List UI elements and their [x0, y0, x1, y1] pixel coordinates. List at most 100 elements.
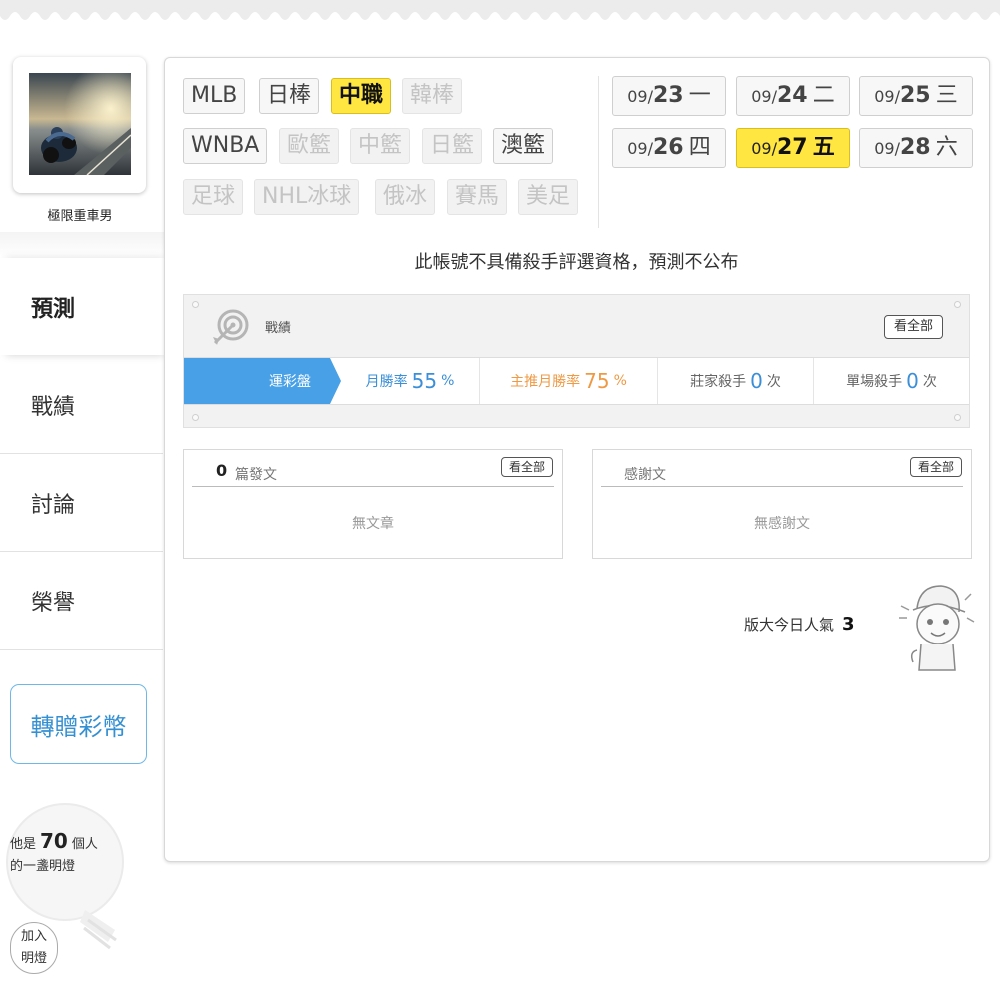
date-day: 23	[653, 83, 684, 108]
tab-sports-lottery[interactable]: 運彩盤	[184, 358, 330, 404]
thanks-box: 感謝文 看全部 無感謝文	[592, 449, 972, 559]
lamp-suffix: 個人	[71, 837, 98, 852]
date-month: 09/	[751, 139, 777, 158]
posts-box: 0 篇發文 看全部 無文章	[183, 449, 563, 559]
date-month: 09/	[751, 87, 777, 106]
main-win-label: 主推月勝率	[510, 374, 581, 390]
date-button-selected[interactable]: 09/27 五	[736, 128, 850, 168]
date-day: 26	[653, 135, 684, 160]
league-japan-basketball[interactable]: 日籃	[422, 128, 483, 164]
mascot-icon	[895, 578, 975, 678]
posts-see-all-button[interactable]: 看全部	[500, 457, 553, 477]
date-weekday: 五	[812, 135, 835, 160]
popularity: 版大今日人氣 3	[744, 614, 855, 635]
single-label: 單場殺手	[846, 374, 903, 390]
posts-empty: 無文章	[352, 516, 394, 532]
date-button[interactable]: 09/25 三	[859, 76, 973, 116]
avatar-card[interactable]	[13, 57, 146, 193]
popularity-label: 版大今日人氣	[744, 616, 835, 634]
record-stats-row: 運彩盤 月勝率 55 % 主推月勝率 75 % 莊家殺手 0 次 單場殺手 0 …	[184, 357, 969, 405]
date-day: 27	[777, 135, 808, 160]
username: 極限重車男	[47, 209, 113, 224]
banker-killer: 莊家殺手 0 次	[657, 358, 813, 404]
wave-border-icon	[0, 12, 1000, 24]
main-win-value: 75	[584, 369, 610, 393]
date-weekday: 四	[688, 135, 711, 160]
posts-label: 篇發文	[235, 467, 277, 483]
nav-item-record[interactable]: 戰績	[0, 357, 163, 454]
monthly-win-value: 55	[411, 369, 438, 393]
gift-coins-button[interactable]: 轉贈彩幣	[10, 684, 147, 764]
date-weekday: 一	[688, 83, 711, 108]
corner-dot	[192, 414, 199, 421]
date-weekday: 二	[812, 83, 835, 108]
record-title: 戰績	[265, 321, 292, 336]
league-australia-basketball[interactable]: 澳籃	[493, 128, 554, 164]
date-button[interactable]: 09/26 四	[612, 128, 726, 168]
date-button[interactable]: 09/23 一	[612, 76, 726, 116]
league-mlb[interactable]: MLB	[183, 78, 246, 114]
join-line1: 加入	[20, 929, 47, 944]
league-china-basketball[interactable]: 中籃	[350, 128, 411, 164]
league-soccer[interactable]: 足球	[183, 179, 244, 215]
single-value: 0	[906, 369, 919, 393]
avatar[interactable]	[29, 73, 131, 175]
lamp-summary: 他是 70 個人 的一盞明燈	[10, 830, 98, 878]
banker-value: 0	[750, 369, 763, 393]
monthly-win-label: 月勝率	[365, 374, 408, 390]
date-weekday: 六	[935, 135, 958, 160]
posts-count: 0	[216, 461, 228, 480]
league-horse-racing[interactable]: 賽馬	[447, 179, 508, 215]
motorcycle-photo-icon	[29, 73, 131, 175]
league-wnba[interactable]: WNBA	[183, 128, 268, 164]
date-weekday: 三	[935, 83, 958, 108]
posts-header: 0 篇發文 看全部	[192, 457, 554, 487]
record-see-all-button[interactable]: 看全部	[883, 315, 943, 339]
thanks-label: 感謝文	[624, 467, 666, 483]
league-euro-basketball[interactable]: 歐籃	[279, 128, 340, 164]
sidebar-shadow	[0, 232, 165, 258]
target-icon	[209, 307, 253, 353]
nav-item-discussion[interactable]: 討論	[0, 455, 163, 552]
percent-sign: %	[441, 373, 455, 389]
date-month: 09/	[627, 139, 653, 158]
league-nhl[interactable]: NHL冰球	[254, 179, 360, 215]
times-unit: 次	[766, 374, 781, 390]
filter-divider	[598, 76, 599, 228]
join-lamp-button[interactable]: 加入 明燈	[10, 922, 58, 974]
date-button[interactable]: 09/28 六	[859, 128, 973, 168]
top-border	[0, 0, 1000, 24]
lamp-line2: 的一盞明燈	[10, 859, 76, 874]
single-killer: 單場殺手 0 次	[813, 358, 969, 404]
thanks-header: 感謝文 看全部	[601, 457, 963, 487]
date-day: 28	[900, 135, 931, 160]
popularity-value: 3	[842, 614, 855, 635]
times-unit: 次	[922, 374, 937, 390]
record-box: 戰績 看全部 運彩盤 月勝率 55 % 主推月勝率 75 % 莊家殺手 0 次 …	[183, 294, 970, 428]
league-nfl[interactable]: 美足	[518, 179, 579, 215]
league-npb[interactable]: 日棒	[259, 78, 320, 114]
record-header: 戰績 看全部	[184, 295, 969, 357]
league-khl[interactable]: 俄冰	[375, 179, 436, 215]
league-cpbl[interactable]: 中職	[331, 78, 392, 114]
tab-arrow	[330, 358, 341, 404]
date-day: 25	[900, 83, 931, 108]
lamp-count: 70	[40, 829, 68, 853]
lamp-prefix: 他是	[10, 837, 37, 852]
monthly-win-rate: 月勝率 55 %	[341, 358, 479, 404]
join-line2: 明燈	[20, 951, 47, 966]
date-month: 09/	[627, 87, 653, 106]
prediction-notice: 此帳號不具備殺手評選資格，預測不公布	[414, 252, 739, 273]
nav-item-prediction[interactable]: 預測	[0, 258, 170, 355]
league-kbo[interactable]: 韓棒	[402, 78, 463, 114]
corner-dot	[954, 414, 961, 421]
date-day: 24	[777, 83, 808, 108]
date-button[interactable]: 09/24 二	[736, 76, 850, 116]
banker-label: 莊家殺手	[690, 374, 747, 390]
thanks-see-all-button[interactable]: 看全部	[909, 457, 962, 477]
date-month: 09/	[874, 87, 900, 106]
thanks-empty: 無感謝文	[754, 516, 810, 532]
main-win-rate: 主推月勝率 75 %	[479, 358, 657, 404]
nav-item-honor[interactable]: 榮譽	[0, 553, 163, 650]
date-month: 09/	[874, 139, 900, 158]
